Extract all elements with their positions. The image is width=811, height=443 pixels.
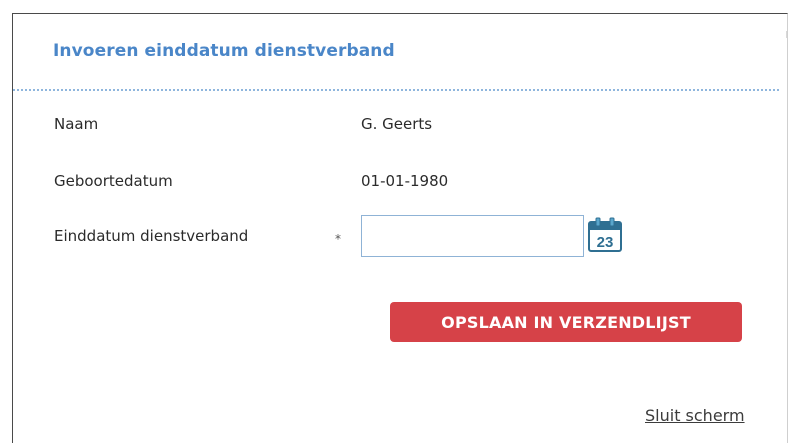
calendar-icon: 23	[588, 217, 622, 252]
save-to-send-list-button[interactable]: OPSLAAN IN VERZENDLIJST	[390, 302, 742, 342]
title-divider	[13, 89, 779, 91]
corner-mark	[786, 31, 787, 38]
end-date-dialog: Invoeren einddatum dienstverband Naam G.…	[12, 13, 788, 443]
calendar-button[interactable]: 23	[587, 217, 625, 253]
end-date-input[interactable]	[361, 215, 584, 257]
calendar-day-number: 23	[597, 234, 614, 251]
birthdate-value: 01-01-1980	[361, 172, 449, 190]
name-label: Naam	[54, 115, 99, 133]
required-marker: *	[335, 232, 341, 246]
dialog-title: Invoeren einddatum dienstverband	[53, 41, 395, 61]
birthdate-label: Geboortedatum	[54, 172, 173, 190]
close-screen-link[interactable]: Sluit scherm	[645, 406, 745, 425]
end-date-label: Einddatum dienstverband	[54, 227, 249, 245]
name-value: G. Geerts	[361, 115, 433, 133]
